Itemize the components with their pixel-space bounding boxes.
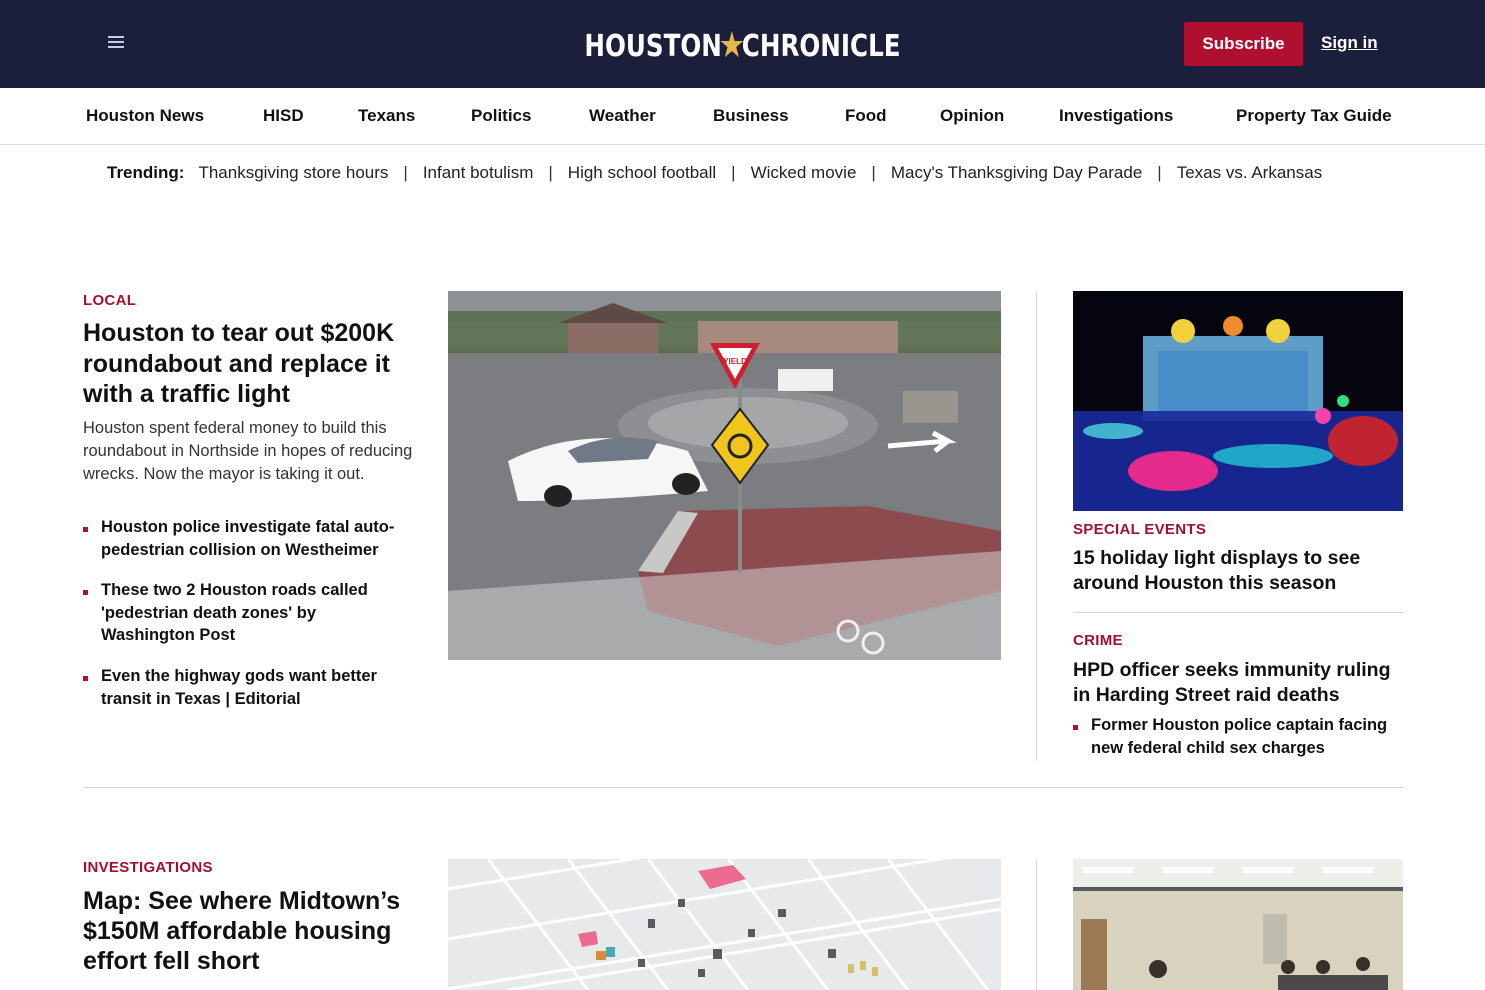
section-nav: Houston News HISD Texans Politics Weathe…	[0, 88, 1485, 145]
column-divider	[1036, 291, 1037, 761]
midtown-map-image[interactable]	[448, 859, 1001, 990]
nav-item-texans[interactable]: Texans	[358, 106, 415, 126]
trending-separator: |	[1157, 163, 1162, 182]
nav-item-opinion[interactable]: Opinion	[940, 106, 1004, 126]
related-link[interactable]: Former Houston police captain facing new…	[1091, 714, 1401, 759]
star-icon: ★	[718, 24, 746, 66]
crime-kicker[interactable]: CRIME	[1073, 632, 1123, 649]
bullet-icon	[1073, 725, 1078, 730]
lead-photo[interactable]: YIELD	[448, 291, 1001, 660]
nav-item-property-tax-guide[interactable]: Property Tax Guide	[1236, 106, 1392, 126]
rail-divider	[1073, 612, 1403, 613]
nav-item-houston-news[interactable]: Houston News	[86, 106, 204, 126]
section-divider	[83, 787, 1403, 788]
meeting-room-photo[interactable]	[1073, 859, 1403, 990]
trending-separator: |	[403, 163, 408, 182]
related-link[interactable]: These two 2 Houston roads called 'pedest…	[101, 579, 401, 647]
logo-text-houston: HOUSTON	[584, 28, 722, 64]
nav-item-investigations[interactable]: Investigations	[1059, 106, 1173, 126]
nav-item-food[interactable]: Food	[845, 106, 887, 126]
column-divider	[1036, 859, 1037, 990]
roundabout-illustration: YIELD	[448, 291, 1001, 660]
trending-link[interactable]: Macy's Thanksgiving Day Parade	[891, 163, 1142, 183]
logo-text-chronicle: CHRONICLE	[741, 28, 901, 64]
nav-item-politics[interactable]: Politics	[471, 106, 531, 126]
investigations-kicker[interactable]: INVESTIGATIONS	[83, 859, 213, 876]
special-events-kicker[interactable]: SPECIAL EVENTS	[1073, 521, 1206, 538]
holiday-lights-headline[interactable]: 15 holiday light displays to see around …	[1073, 546, 1403, 596]
meeting-illustration	[1073, 859, 1403, 990]
trending-separator: |	[871, 163, 876, 182]
trending-link[interactable]: Thanksgiving store hours	[198, 163, 388, 183]
trending-link[interactable]: Texas vs. Arkansas	[1177, 163, 1323, 183]
nav-item-weather[interactable]: Weather	[589, 106, 656, 126]
lead-headline[interactable]: Houston to tear out $200K roundabout and…	[83, 318, 423, 410]
map-illustration	[448, 859, 1001, 990]
hpd-immunity-headline[interactable]: HPD officer seeks immunity ruling in Har…	[1073, 658, 1403, 707]
related-link[interactable]: Even the highway gods want better transi…	[101, 665, 401, 710]
yield-sign-text: YIELD	[723, 357, 747, 366]
lead-kicker[interactable]: LOCAL	[83, 292, 136, 309]
bullet-icon	[83, 590, 88, 595]
trending-label: Trending:	[107, 163, 185, 182]
subscribe-button[interactable]: Subscribe	[1184, 22, 1303, 66]
sign-in-link[interactable]: Sign in	[1321, 33, 1378, 53]
trending-separator: |	[548, 163, 553, 182]
trending-bar: Trending: Thanksgiving store hours | Inf…	[107, 162, 1322, 184]
holiday-lights-photo[interactable]	[1073, 291, 1403, 511]
trending-link[interactable]: Wicked movie	[751, 163, 857, 183]
lead-dek: Houston spent federal money to build thi…	[83, 419, 413, 483]
trending-separator: |	[731, 163, 736, 182]
bullet-icon	[83, 676, 88, 681]
site-header: HOUSTON ★ CHRONICLE Subscribe Sign in	[0, 0, 1485, 88]
bullet-icon	[83, 527, 88, 532]
site-logo[interactable]: HOUSTON ★ CHRONICLE	[584, 24, 900, 66]
midtown-housing-headline[interactable]: Map: See where Midtown’s $150M affordabl…	[83, 886, 423, 976]
nav-item-business[interactable]: Business	[713, 106, 789, 126]
nav-item-hisd[interactable]: HISD	[263, 106, 304, 126]
related-link[interactable]: Houston police investigate fatal auto-pe…	[101, 516, 416, 561]
hamburger-menu-icon[interactable]	[104, 33, 128, 55]
holiday-lights-illustration	[1073, 291, 1403, 511]
trending-link[interactable]: Infant botulism	[423, 163, 534, 183]
trending-link[interactable]: High school football	[568, 163, 716, 183]
